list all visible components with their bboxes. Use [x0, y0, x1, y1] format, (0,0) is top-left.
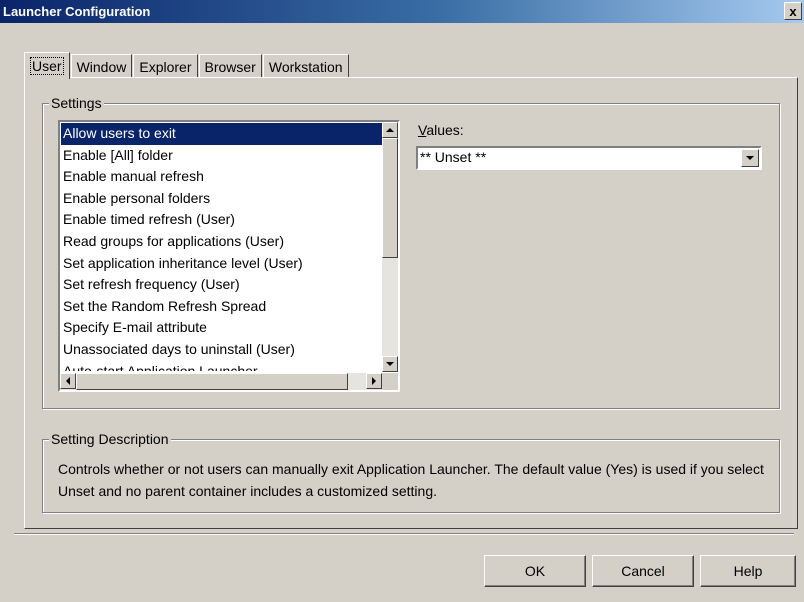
scroll-left-button[interactable]: [60, 373, 76, 389]
ok-button[interactable]: OK: [484, 555, 586, 587]
values-dropdown-button[interactable]: [741, 149, 759, 167]
tab-workstation[interactable]: Workstation: [262, 54, 349, 78]
settings-horizontal-scrollbar[interactable]: [60, 373, 382, 390]
close-button[interactable]: x: [784, 2, 802, 20]
cancel-button[interactable]: Cancel: [592, 555, 694, 587]
horizontal-scroll-thumb[interactable]: [76, 373, 348, 390]
list-item[interactable]: Set application inheritance level (User): [61, 253, 383, 275]
tab-window[interactable]: Window: [70, 54, 133, 78]
list-item[interactable]: Auto-start Application Launcher: [61, 361, 383, 371]
list-item[interactable]: Allow users to exit: [61, 123, 383, 145]
list-item[interactable]: Set refresh frequency (User): [61, 274, 383, 296]
scroll-down-button[interactable]: [382, 356, 398, 372]
tab-workstation-label: Workstation: [268, 58, 343, 75]
list-item[interactable]: Enable [All] folder: [61, 145, 383, 167]
values-label-text: alues:: [426, 122, 464, 138]
list-item[interactable]: Enable personal folders: [61, 188, 383, 210]
list-item[interactable]: Specify E-mail attribute: [61, 317, 383, 339]
chevron-down-icon: [746, 156, 754, 160]
tab-browser-label: Browser: [204, 58, 256, 75]
tab-explorer-label: Explorer: [139, 58, 192, 75]
tab-user-label: User: [30, 57, 64, 75]
settings-listbox[interactable]: Allow users to exit Enable [All] folder En…: [58, 120, 400, 392]
tab-strip: User Window Explorer Browser Workstation: [24, 52, 350, 79]
divider: [14, 533, 794, 535]
tab-window-label: Window: [76, 58, 127, 75]
tab-explorer[interactable]: Explorer: [133, 54, 198, 78]
list-item[interactable]: Set the Random Refresh Spread: [61, 296, 383, 318]
scroll-up-button[interactable]: [382, 122, 398, 138]
title-bar: Launcher Configuration x: [0, 0, 804, 23]
description-legend: Setting Description: [49, 431, 171, 447]
vertical-scroll-thumb[interactable]: [382, 138, 398, 258]
setting-description-text: Controls whether or not users can manual…: [58, 461, 764, 499]
list-item[interactable]: Enable timed refresh (User): [61, 209, 383, 231]
arrow-left-icon: [66, 377, 70, 385]
arrow-down-icon: [386, 362, 394, 366]
list-item[interactable]: Read groups for applications (User): [61, 231, 383, 253]
values-selected: ** Unset **: [420, 149, 487, 165]
values-dropdown[interactable]: ** Unset **: [416, 146, 762, 170]
close-icon: x: [789, 3, 797, 19]
arrow-right-icon: [372, 377, 376, 385]
help-button[interactable]: Help: [700, 555, 796, 587]
values-label: Values:: [418, 122, 464, 138]
scroll-corner: [382, 373, 398, 390]
settings-legend: Settings: [49, 95, 104, 111]
arrow-up-icon: [386, 128, 394, 132]
scroll-right-button[interactable]: [366, 373, 382, 389]
window-title: Launcher Configuration: [3, 4, 151, 19]
tab-user[interactable]: User: [24, 52, 70, 79]
settings-vertical-scrollbar[interactable]: [382, 122, 398, 372]
list-item[interactable]: Enable manual refresh: [61, 166, 383, 188]
settings-list: Allow users to exit Enable [All] folder En…: [61, 123, 383, 371]
tab-browser[interactable]: Browser: [198, 54, 262, 78]
list-item[interactable]: Unassociated days to uninstall (User): [61, 339, 383, 361]
